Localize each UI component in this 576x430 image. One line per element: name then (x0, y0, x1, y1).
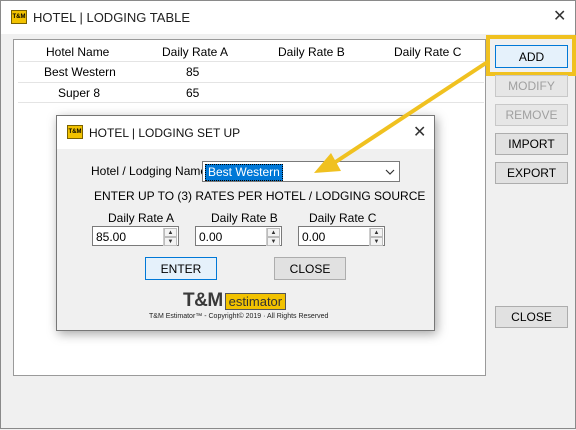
annotation-arrow (314, 59, 491, 173)
main-window: T&M HOTEL | LODGING TABLE ✕ Hotel Name D… (0, 0, 576, 429)
